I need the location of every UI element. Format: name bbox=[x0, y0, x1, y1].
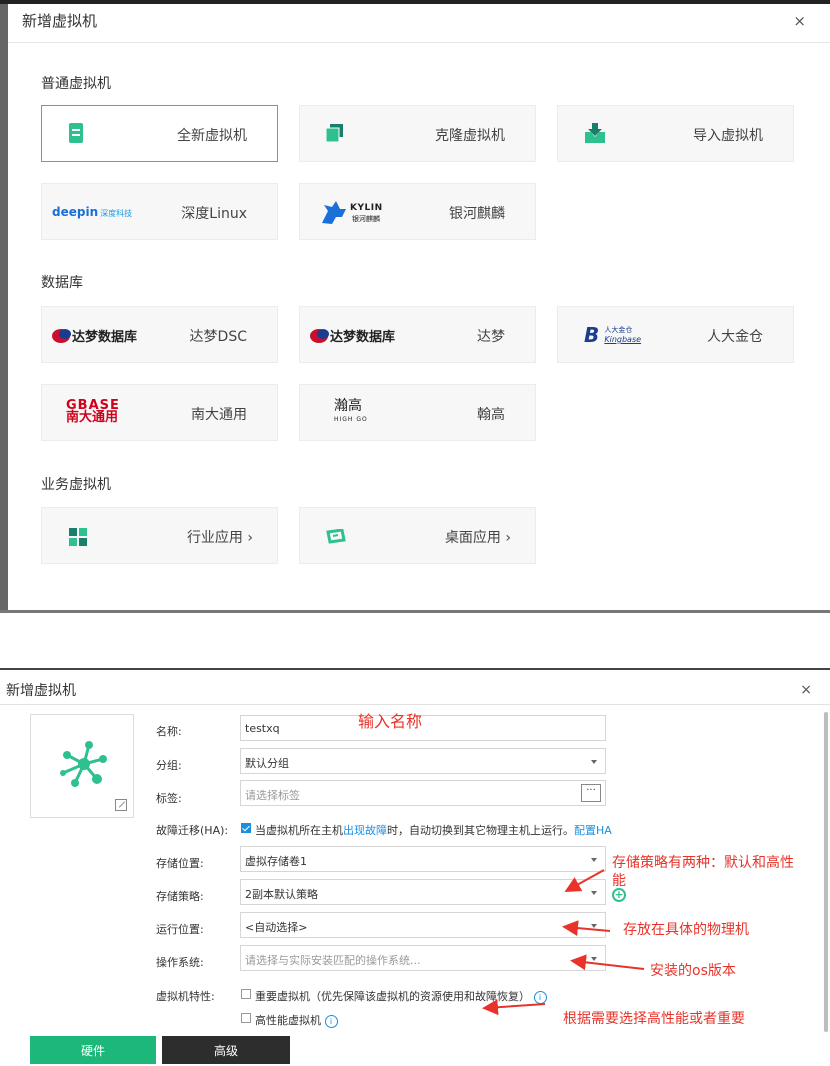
document-icon bbox=[69, 123, 83, 143]
card-label: 克隆虚拟机 bbox=[435, 128, 505, 144]
card-label: 翰高 bbox=[477, 407, 505, 423]
card-label: 全新虚拟机 bbox=[177, 128, 247, 144]
highgo-logo-icon: 瀚高 HIGH GO bbox=[334, 398, 368, 423]
section-title-database: 数据库 bbox=[41, 275, 83, 291]
chevron-right-icon: › bbox=[505, 530, 511, 546]
card-clone-vm[interactable]: 克隆虚拟机 bbox=[299, 105, 536, 162]
card-label: 达梦 bbox=[477, 329, 505, 345]
card-kylin[interactable]: KYLIN 银河麒麟 银河麒麟 bbox=[299, 183, 536, 240]
top-border bbox=[0, 0, 830, 4]
card-label: 南大通用 bbox=[191, 407, 247, 423]
section-title-business-vm: 业务虚拟机 bbox=[41, 477, 111, 493]
import-icon bbox=[584, 122, 606, 148]
tab-advanced[interactable]: 高级 bbox=[162, 1036, 290, 1064]
gbase-logo-icon: GBASE 南大通用 bbox=[66, 398, 120, 425]
card-desktop-app[interactable]: 桌面应用 › bbox=[299, 507, 536, 564]
card-import-vm[interactable]: 导入虚拟机 bbox=[557, 105, 794, 162]
bottom-border bbox=[0, 610, 830, 613]
card-label: 银河麒麟 bbox=[449, 206, 505, 222]
card-new-vm[interactable]: 全新虚拟机 bbox=[41, 105, 278, 162]
card-dm-dsc[interactable]: 达梦数据库 达梦DSC bbox=[41, 306, 278, 363]
dialog-new-vm-type: 新增虚拟机 × 普通虚拟机 全新虚拟机 克隆虚拟机 导入虚拟机 deepin 深度… bbox=[0, 0, 830, 613]
section-title-general-vm: 普通虚拟机 bbox=[41, 76, 111, 92]
grid-icon bbox=[69, 528, 87, 550]
card-kingbase[interactable]: B 人大金仓 Kingbase 人大金仓 bbox=[557, 306, 794, 363]
card-label: 达梦DSC bbox=[189, 329, 247, 345]
chevron-right-icon: › bbox=[247, 530, 253, 546]
dialog-new-vm-config: 新增虚拟机 × 名称: testxq 输入名称 分组: 默认分组 标签: 请选择… bbox=[0, 668, 830, 1064]
deepin-logo-icon: deepin 深度科技 bbox=[52, 205, 133, 219]
dameng-logo-icon: 达梦数据库 bbox=[52, 325, 137, 345]
close-icon[interactable]: × bbox=[793, 12, 806, 30]
annotation-arrows bbox=[482, 869, 645, 1016]
card-label: 导入虚拟机 bbox=[693, 128, 763, 144]
copy-icon bbox=[325, 124, 344, 146]
card-label: 行业应用 › bbox=[186, 530, 253, 546]
dialog-title: 新增虚拟机 bbox=[22, 12, 98, 30]
dialog-edge bbox=[0, 0, 8, 612]
card-deepin-linux[interactable]: deepin 深度科技 深度Linux bbox=[41, 183, 278, 240]
desktop-app-icon bbox=[326, 528, 346, 549]
header-divider bbox=[8, 42, 830, 43]
dameng-logo-icon: 达梦数据库 bbox=[310, 325, 395, 345]
card-label: 深度Linux bbox=[181, 206, 247, 222]
tab-hardware[interactable]: 硬件 bbox=[30, 1036, 156, 1064]
kingbase-logo-icon: B 人大金仓 Kingbase bbox=[584, 323, 642, 347]
card-label: 桌面应用 › bbox=[444, 530, 511, 546]
card-industry-app[interactable]: 行业应用 › bbox=[41, 507, 278, 564]
card-dm[interactable]: 达梦数据库 达梦 bbox=[299, 306, 536, 363]
card-highgo[interactable]: 瀚高 HIGH GO 翰高 bbox=[299, 384, 536, 441]
kylin-logo-icon: KYLIN 银河麒麟 bbox=[320, 197, 400, 231]
card-label: 人大金仓 bbox=[707, 329, 763, 345]
card-gbase[interactable]: GBASE 南大通用 南大通用 bbox=[41, 384, 278, 441]
